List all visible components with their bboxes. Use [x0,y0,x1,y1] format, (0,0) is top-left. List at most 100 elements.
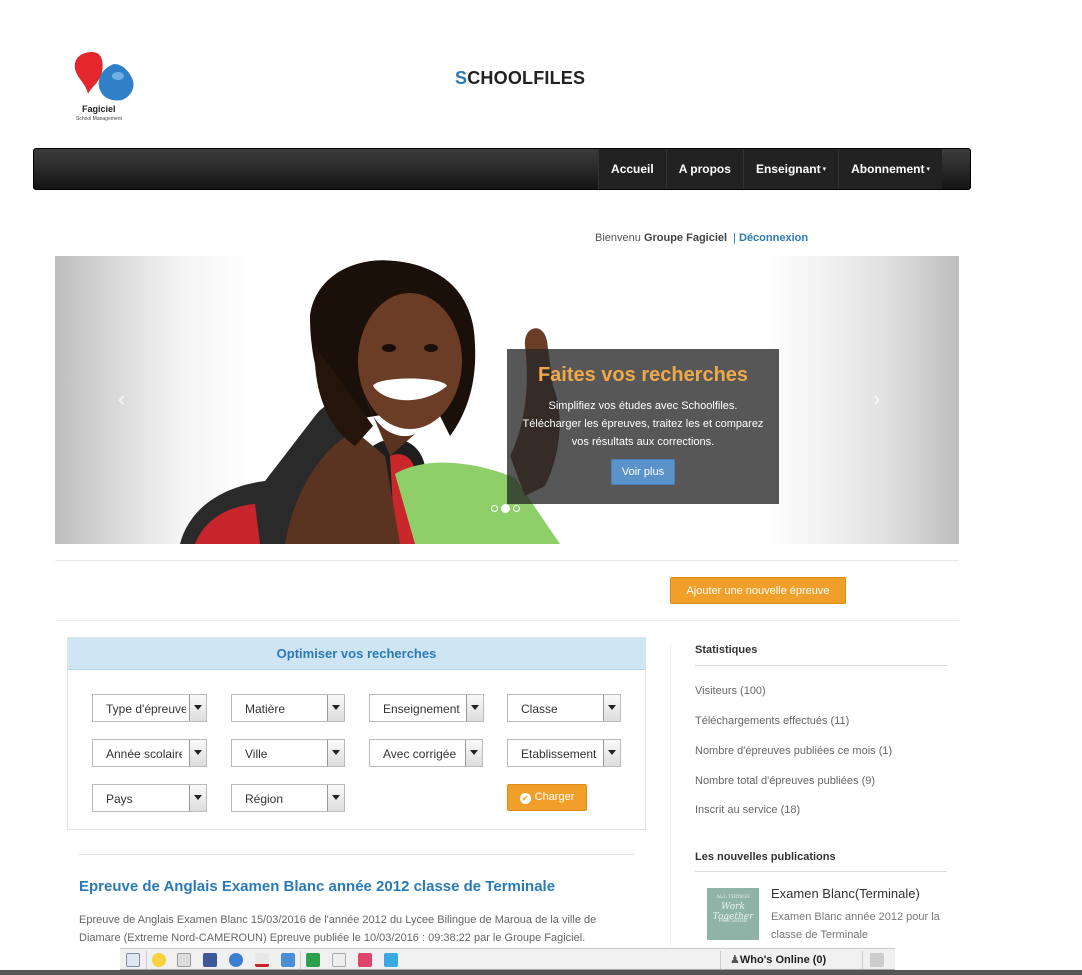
facebook-icon[interactable] [203,953,217,967]
nav-accueil[interactable]: Accueil [598,149,666,189]
radiation-icon[interactable] [152,953,166,967]
carousel-dot[interactable] [513,505,520,512]
nav-a-propos[interactable]: A propos [665,149,743,189]
logo-brand: Fagiciel [82,104,116,114]
select-etablissement[interactable]: Etablissement [507,739,621,767]
whos-online-label: Who's Online (0) [739,954,827,966]
share-alt-icon[interactable] [306,953,320,967]
site-title: SCHOOLFILES [455,68,585,89]
select-ville[interactable]: Ville [231,739,345,767]
carousel-prev-arrow[interactable]: ‹ [118,386,125,412]
select-annee-scolaire[interactable]: Année scolaire [92,739,207,767]
whos-online[interactable]: ♟Who's Online (0) [730,953,826,966]
welcome-prefix: Bienvenu [595,232,641,244]
nav-enseignant-label: Enseignant [755,162,821,176]
select-pays[interactable]: Pays [92,784,207,812]
divider [695,665,947,666]
check-circle-icon: ✔ [519,793,531,804]
add-epreuve-button[interactable]: Ajouter une nouvelle épreuve [670,577,846,604]
user-icon: ♟ [730,954,740,966]
divider [55,560,959,561]
charger-label: Charger [534,791,575,803]
chevron-down-icon [189,785,206,811]
main-navbar: Accueil A propos Enseignant ▾ Abonnement ▾ [33,148,971,190]
carousel-dot-active[interactable] [501,504,510,513]
carousel-next-arrow[interactable]: › [873,386,880,412]
welcome-line: Bienvenu Groupe Fagiciel | Déconnexion [595,232,808,244]
nav-accueil-label: Accueil [611,162,654,176]
pocket-icon[interactable] [358,953,372,967]
select-type-epreuve-value: Type d'épreuve [106,702,186,716]
nav-enseignant[interactable]: Enseignant ▾ [742,149,839,189]
chevron-down-icon [465,740,482,766]
stats-title: Statistiques [695,644,758,656]
toolbar-separator [300,951,301,969]
caption-line: vos résultats aux corrections. [571,436,715,448]
publication-title[interactable]: Examen Blanc(Terminale) [771,886,920,901]
carousel-caption: Faites vos recherches Simplifiez vos étu… [507,349,779,504]
select-pays-value: Pays [106,792,133,806]
site-title-initial: S [455,68,468,88]
dashboard-icon[interactable] [332,953,346,967]
select-classe[interactable]: Classe [507,694,621,722]
select-classe-value: Classe [521,702,558,716]
share-icon[interactable] [126,953,140,967]
select-enseignement[interactable]: Enseignement [369,694,484,722]
carousel-dot[interactable] [491,505,498,512]
chevron-down-icon [189,740,206,766]
chevron-down-icon [327,785,344,811]
window-bottom-edge [0,970,1082,975]
nav-a-propos-label: A propos [678,162,731,176]
stat-inscrits: Inscrit au service (18) [695,804,801,816]
divider [55,620,959,621]
article-title[interactable]: Epreuve de Anglais Examen Blanc année 20… [79,878,555,895]
divider [695,871,947,872]
publication-description: Examen Blanc année 2012 pour la classe d… [771,911,940,941]
chevron-down-icon [466,695,483,721]
page-icon[interactable] [177,953,191,967]
site-title-rest: CHOOLFILES [467,68,586,88]
voir-plus-button[interactable]: Voir plus [610,459,676,485]
caption-title: Faites vos recherches [537,364,749,386]
caption-text: Simplifiez vos études avec Schoolfiles. … [507,397,779,451]
twitter-icon[interactable] [384,953,398,967]
select-enseignement-value: Enseignement [383,702,460,716]
toolbar-separator [146,951,147,969]
settings-icon[interactable] [870,953,884,967]
nav-items: Accueil A propos Enseignant ▾ Abonnement ▾ [598,149,942,189]
article-body: Epreuve de Anglais Examen Blanc 15/03/20… [79,914,597,944]
chevron-down-icon [189,695,206,721]
arrow-up-icon[interactable] [281,953,295,967]
welcome-user: Groupe Fagiciel [643,232,728,244]
stat-telechargements: Téléchargements effectués (11) [695,715,850,727]
thumbnail-text: FOR GOOD [718,918,748,924]
toolbar-separator [862,951,863,969]
caret-down-icon: ▾ [926,165,930,173]
publications-title: Les nouvelles publications [695,851,836,863]
text-icon[interactable] [255,953,269,967]
select-region-value: Région [245,792,284,806]
hero-carousel: ‹ › Faites vos recherches Simplifiez vos… [55,256,959,544]
thumbnail-text: ALL THINGS [716,894,750,900]
select-avec-corrigee[interactable]: Avec corrigée [369,739,483,767]
publication-thumbnail[interactable]: ALL THINGS Work Together FOR GOOD [707,888,759,940]
stat-epreuves-mois: Nombre d'épreuves publiées ce mois (1) [695,745,893,757]
select-type-epreuve[interactable]: Type d'épreuve [92,694,207,722]
divider [79,854,634,855]
caption-line: Télécharger les épreuves, traitez les et… [522,418,764,430]
select-matiere[interactable]: Matière [231,694,345,722]
nav-abonnement[interactable]: Abonnement ▾ [838,149,942,189]
search-panel-title: Optimiser vos recherches [68,638,645,670]
logout-link[interactable]: Déconnexion [739,232,808,244]
globe-icon[interactable] [229,953,243,967]
chevron-down-icon [603,740,620,766]
search-panel: Optimiser vos recherches Type d'épreuve … [67,637,646,830]
chevron-down-icon [327,740,344,766]
select-ville-value: Ville [245,747,268,761]
select-region[interactable]: Région [231,784,345,812]
charger-button[interactable]: ✔ Charger [507,784,587,811]
nav-abonnement-label: Abonnement [851,162,925,176]
browser-toolbar: ♟Who's Online (0) [120,948,895,970]
stat-epreuves-total: Nombre total d'épreuves publiées (9) [695,775,876,787]
stat-visiteurs: Visiteurs (100) [695,685,766,697]
